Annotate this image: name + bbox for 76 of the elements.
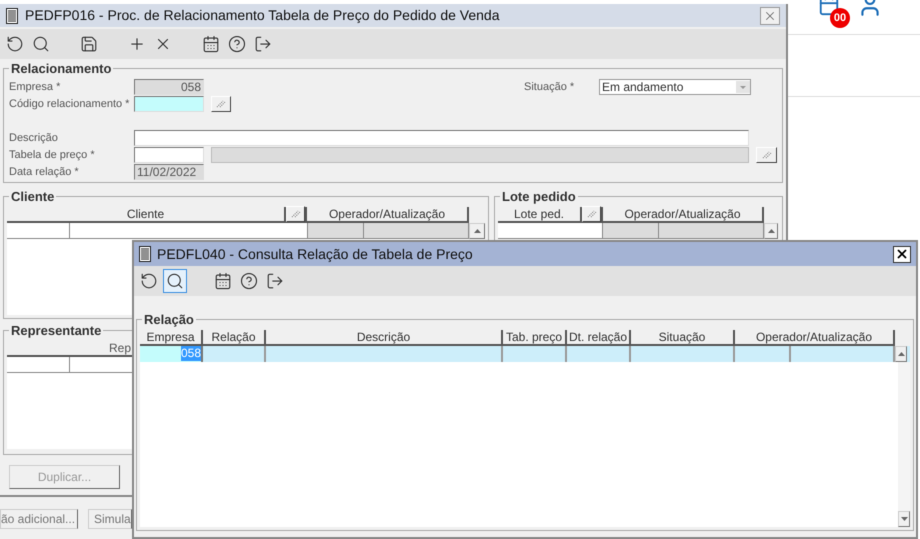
field-label: Situação * [524,80,574,94]
field-label: Empresa * [9,80,60,94]
column-header[interactable]: Dt. relação [567,330,631,346]
table-cell[interactable] [659,222,764,238]
table-cell[interactable] [70,222,308,238]
arrow-up-icon [768,228,774,232]
column-header[interactable]: Operador/Atualização [603,206,764,222]
undo-icon [140,272,158,290]
window-title: PEDFL040 - Consulta Relação de Tabela de Preço [157,244,473,264]
notification-badge: 00 [830,8,850,28]
scroll-up-button[interactable] [469,222,485,238]
scroll-up-button[interactable] [895,346,907,362]
column-header[interactable]: Lote ped. [498,206,582,222]
save-icon [80,35,98,53]
arrow-up-icon [898,352,904,356]
lookup-button[interactable] [582,206,601,222]
column-header[interactable]: Descrição [266,330,503,346]
field-label: Tabela de preço * [9,148,95,162]
help-icon [240,272,258,290]
calendar-icon [202,35,220,53]
table-cell[interactable] [308,222,364,238]
window-title: PEDFP016 - Proc. de Relacionamento Tabela de Preço do Pedido de Venda [25,6,500,25]
lookup-button[interactable] [756,146,777,162]
column-header[interactable]: Operador/Atualização [307,206,469,222]
input-field[interactable]: 058 [134,78,204,94]
input-field[interactable] [134,130,749,146]
input-field[interactable]: 11/02/2022 [134,164,204,180]
lookup-button[interactable] [211,96,231,112]
group-title: Relação [143,311,195,329]
search-icon [32,35,50,53]
undo-icon [6,35,24,53]
lookup-icon [290,210,300,218]
input-field[interactable] [134,146,204,162]
lookup-icon [586,210,596,218]
group-title: Lote pedido [501,188,577,206]
column-header[interactable]: Relação [203,330,266,346]
field-label: Descrição [9,130,58,144]
action-button[interactable]: Simula [88,509,132,529]
help-icon [228,35,246,53]
status-dropdown[interactable]: Em andamento [599,78,751,94]
calendar-icon [214,272,232,290]
action-button[interactable]: ão adicional... [0,509,78,529]
exit-icon [254,35,272,53]
table-cell[interactable] [603,222,659,238]
arrow-up-icon [474,228,480,232]
scroll-down-button[interactable] [898,511,910,527]
group-title: Relacionamento [10,60,112,78]
document-icon [6,8,18,24]
table-cell[interactable] [364,222,469,238]
scrollbar-track[interactable] [898,362,910,527]
column-header[interactable]: Cliente [7,206,286,222]
exit-icon [266,272,284,290]
table-cell[interactable] [7,222,70,238]
column-header[interactable]: Situação [631,330,735,346]
lookup-button[interactable] [286,206,305,222]
table-cell[interactable] [498,222,603,238]
cell-value: 058 [180,346,201,360]
search-button[interactable] [163,269,187,293]
field-label: Data relação * [9,164,79,178]
document-icon [139,246,151,262]
arrow-down-icon [900,517,908,521]
close-icon [895,247,909,261]
lookup-icon [216,100,226,108]
scroll-up-button[interactable] [764,222,778,238]
group-title: Representante [10,322,102,340]
lookup-icon [762,150,772,158]
group-title: Cliente [10,188,56,206]
field-label: Código relacionamento * [9,96,130,110]
column-header[interactable]: Operador/Atualização [735,330,895,346]
column-header[interactable]: Empresa [140,330,203,346]
close-button[interactable] [893,246,911,262]
search-icon [166,272,184,290]
column-header[interactable]: Tab. preço [503,330,567,346]
table-cell[interactable] [7,356,70,372]
input-field[interactable] [134,96,204,112]
dropdown-value: Em andamento [601,80,684,94]
